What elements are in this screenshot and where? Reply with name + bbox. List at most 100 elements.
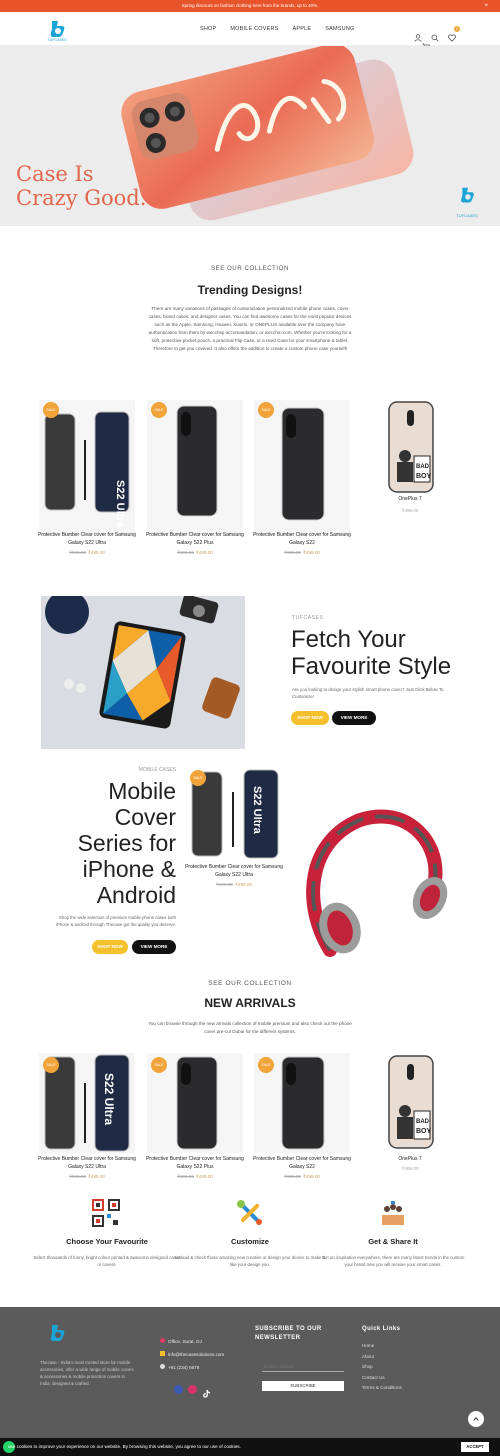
promo2-title-line: Mobile [108, 778, 176, 804]
product-card-image[interactable] [147, 400, 243, 535]
headphones-image [290, 800, 460, 975]
contact-phone[interactable]: +91 (234) 5678 [168, 1365, 199, 1370]
product-name[interactable]: OnePlus 7 [358, 1156, 462, 1164]
feature-desc: Get an inspiration everywhere, there are… [321, 1255, 465, 1267]
product-card-image[interactable] [254, 400, 350, 535]
sale-price: ₹499.00 [88, 1174, 105, 1179]
subscribe-button[interactable]: SUBSCRIBE [262, 1381, 344, 1391]
quick-link[interactable]: Contact Us [362, 1373, 402, 1384]
product-price: ₹999.00 ₹499.00 [182, 882, 286, 888]
product-name[interactable]: Protective Bumber Clear cover for Samsun… [250, 532, 354, 547]
promo1-title-line2: Favourite Style [291, 653, 452, 680]
subscribe-title: SUBSCRIBE TO OUR NEWSLETTER [255, 1326, 322, 1341]
scroll-to-top-button[interactable] [468, 1411, 484, 1427]
nav-apple[interactable]: APPLE [293, 26, 312, 32]
promo-tablet-image [41, 596, 245, 749]
product-price: ₹999.00 ₹499.00 [250, 1174, 354, 1180]
instagram-icon[interactable] [188, 1385, 197, 1394]
promo2-kicker: MOBILE CASES [138, 767, 176, 773]
cookie-text: use cookies to improve your experience o… [8, 1444, 241, 1449]
nav-shop[interactable]: SHOP [200, 26, 216, 32]
user-icon[interactable] [414, 29, 422, 47]
promo1-title: Fetch Your Favourite Style [291, 626, 451, 680]
promo2-title-line: Series for [77, 830, 176, 856]
cookie-accept-button[interactable]: ACCEPT [461, 1442, 489, 1452]
product-name[interactable]: OnePlus 7 [358, 496, 462, 504]
product-price: ₹499.00 [401, 508, 419, 513]
site-footer: Thecase - India's most trusted store for… [0, 1307, 500, 1456]
product-name[interactable]: Protective Bumber Clear cover for Samsun… [250, 1156, 354, 1171]
quick-link[interactable]: About [362, 1352, 402, 1363]
quick-link[interactable]: Home [362, 1341, 402, 1352]
arrivals-title: NEW ARRIVALS [204, 996, 296, 1010]
old-price: ₹999.00 [177, 1174, 194, 1179]
product-price: ₹999.00 ₹499.00 [143, 1174, 247, 1180]
sale-badge: SALE [151, 1057, 167, 1073]
quick-link[interactable]: Terms & Conditions [362, 1383, 402, 1394]
product-name[interactable]: Protective Bumber Clear cover for Samsun… [35, 532, 139, 547]
svg-text:BAD: BAD [416, 1119, 430, 1125]
promo1-title-line1: Fetch Your [291, 626, 406, 653]
hero-watermark-logo: TUFCASES [452, 184, 482, 218]
footer-contact: Office, Surat, GJ info@thecasesolutions.… [160, 1335, 224, 1374]
shop-now-button[interactable]: SHOP NOW [92, 940, 128, 954]
old-price: ₹999.00 [69, 550, 86, 555]
quick-link[interactable]: Shop [362, 1362, 402, 1373]
product-card-image[interactable]: S22 Ultra [39, 400, 135, 535]
old-price: ₹999.00 [284, 1174, 301, 1179]
shop-now-button[interactable]: SHOP NOW [291, 711, 329, 725]
old-price: ₹999.00 [69, 1174, 86, 1179]
quick-links: Home About Shop Contact Us Terms & Condi… [362, 1341, 402, 1394]
promo2-title: Mobile Cover Series for iPhone & Android [40, 778, 176, 908]
sale-badge: SALE [43, 1057, 59, 1073]
quick-links-title: Quick Links [362, 1326, 401, 1332]
sale-badge: SALE [151, 402, 167, 418]
close-icon[interactable]: × [484, 0, 488, 12]
nav-mobile-covers[interactable]: MOBILE COVERS [230, 26, 278, 32]
sale-price: ₹499.00 [303, 1174, 320, 1179]
promo1-desc: Are you looking to design your stylish s… [292, 687, 444, 699]
promo2-title-line: Android [96, 882, 176, 908]
svg-text:BAD: BAD [416, 464, 430, 470]
product-card-image[interactable]: BAD BOY [362, 400, 458, 535]
facebook-icon[interactable] [174, 1385, 183, 1394]
site-logo[interactable]: TUFCASES [44, 17, 70, 43]
contact-email[interactable]: info@thecasesolutions.com [168, 1352, 224, 1357]
product-name[interactable]: Protective Bumber Clear cover for Samsun… [143, 532, 247, 547]
product-card-image[interactable]: BAD BOY [362, 1053, 458, 1153]
product-price: ₹999.00 ₹499.00 [35, 1174, 139, 1180]
product-name[interactable]: Protective Bumber Clear cover for Samsun… [143, 1156, 247, 1171]
tiktok-icon[interactable] [202, 1385, 211, 1398]
arrivals-description: You can browse through the new arrivals … [148, 1021, 352, 1034]
svg-text:S22 Ultra: S22 Ultra [251, 786, 263, 835]
tools-icon [236, 1199, 264, 1232]
share-people-icon [379, 1199, 407, 1232]
trending-description: There are many variations of passages of… [148, 306, 352, 351]
trending-title: Trending Designs! [197, 283, 303, 297]
sale-price: ₹499.00 [235, 882, 252, 887]
view-more-button[interactable]: VIEW MORE [132, 940, 176, 954]
nav-samsung[interactable]: SAMSUNG [325, 26, 354, 32]
feature-title: Get & Share It [368, 1237, 418, 1246]
arrivals-kicker: SEE OUR COLLECTION [208, 980, 292, 987]
product-name[interactable]: Protective Bumber Clear cover for Samsun… [182, 864, 286, 879]
email-icon [160, 1351, 165, 1356]
product-price: ₹499.00 [401, 1166, 419, 1171]
svg-text:S22 Ultra: S22 Ultra [114, 480, 126, 529]
hero-title-line1: Case Is [16, 162, 94, 186]
contact-address: Office, Surat, GJ [168, 1339, 202, 1344]
svg-text:BOY: BOY [416, 473, 432, 480]
feature-title: Choose Your Favourite [66, 1237, 148, 1246]
newsletter-email-input[interactable] [262, 1361, 344, 1372]
sale-badge: SALE [190, 770, 206, 786]
cookie-bar: use cookies to improve your experience o… [0, 1438, 500, 1456]
feature-title: Customize [231, 1237, 269, 1246]
view-more-button[interactable]: VIEW MORE [332, 711, 376, 725]
old-price: ₹999.00 [284, 550, 301, 555]
feature-desc: Upload & check those amazing new creativ… [175, 1255, 325, 1267]
product-name[interactable]: Protective Bumber Clear cover for Samsun… [35, 1156, 139, 1171]
trending-kicker: SEE OUR COLLECTION [211, 266, 289, 272]
sale-badge: SALE [258, 402, 274, 418]
footer-logo[interactable] [44, 1319, 70, 1354]
promo2-desc: Shop the wide selection of premium mobil… [55, 915, 176, 927]
